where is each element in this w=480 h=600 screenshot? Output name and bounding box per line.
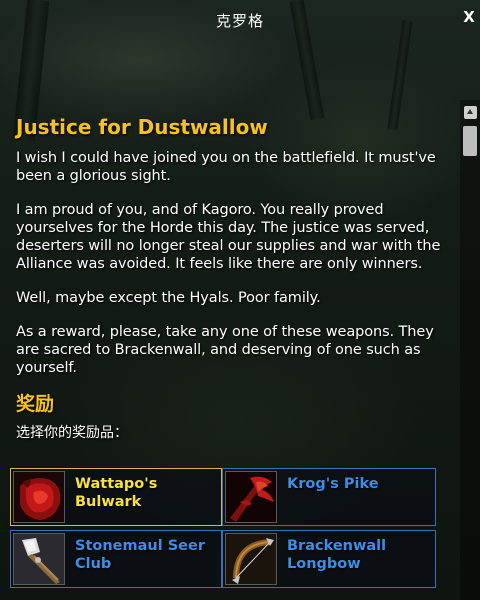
quest-paragraph: I wish I could have joined you on the ba… (16, 150, 436, 184)
reward-item-krogs-pike[interactable]: Krog's Pike (222, 468, 436, 526)
scroll-thumb[interactable] (463, 126, 477, 156)
close-button[interactable]: X (460, 6, 478, 28)
longbow-icon (225, 533, 277, 585)
quest-paragraph: Well, maybe except the Hyals. Poor famil… (16, 290, 321, 306)
reward-name: Stonemaul Seer Club (75, 538, 205, 572)
title-bar: 克罗格 X (0, 0, 480, 36)
choose-reward-label: 选择你的奖励品： (16, 425, 128, 441)
reward-name: Wattapo's Bulwark (75, 476, 158, 510)
scroll-up-button[interactable] (464, 106, 477, 119)
reward-item-wattapos-bulwark[interactable]: Wattapo's Bulwark (10, 468, 222, 526)
club-icon (13, 533, 65, 585)
rewards-heading: 奖励 (16, 393, 55, 415)
npc-name-title: 克罗格 (215, 12, 264, 30)
reward-item-brackenwall-longbow[interactable]: Brackenwall Longbow (222, 530, 436, 588)
quest-text-panel: Justice for Dustwallow I wish I could ha… (16, 113, 456, 442)
scrollbar[interactable] (460, 100, 480, 600)
red-pike-icon (225, 471, 277, 523)
reward-name: Krog's Pike (287, 476, 379, 492)
quest-title: Justice for Dustwallow (16, 115, 268, 139)
quest-paragraph: I am proud of you, and of Kagoro. You re… (16, 202, 441, 272)
reward-name: Brackenwall Longbow (287, 538, 387, 572)
reward-item-stonemaul-seer-club[interactable]: Stonemaul Seer Club (10, 530, 222, 588)
red-shield-icon (13, 471, 65, 523)
quest-paragraph: As a reward, please, take any one of the… (16, 324, 434, 376)
